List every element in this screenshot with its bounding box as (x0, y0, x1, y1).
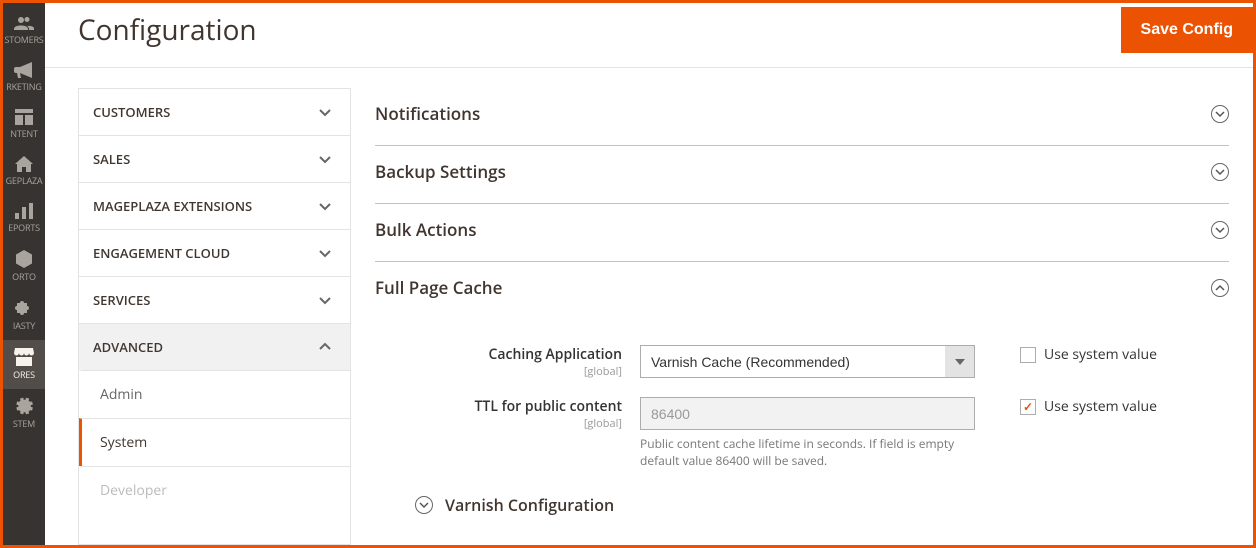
config-group-sales[interactable]: SALES (79, 135, 350, 182)
store-icon (14, 348, 34, 366)
nav-customers[interactable]: STOMERS (3, 7, 45, 54)
nav-system[interactable]: STEM (3, 389, 45, 438)
chevron-down-icon (318, 199, 332, 213)
config-sidebar: CUSTOMERS SALES MAGEPLAZA EXTENSIONS ENG… (78, 88, 351, 545)
config-group-customers[interactable]: CUSTOMERS (79, 88, 350, 135)
varnish-config-subsection[interactable]: Varnish Configuration (375, 488, 1229, 530)
settings-panel: Notifications Backup Settings Bulk Actio… (375, 88, 1253, 545)
label-ttl: TTL for public content (375, 397, 622, 416)
config-sub-admin[interactable]: Admin (79, 370, 350, 418)
section-title: Full Page Cache (375, 276, 502, 299)
nav-stores[interactable]: ORES (3, 340, 45, 389)
gear-icon (15, 397, 33, 415)
nav-content[interactable]: NTENT (3, 101, 45, 148)
page-title: Configuration (78, 11, 257, 49)
layout-icon (15, 109, 33, 125)
section-title: Notifications (375, 102, 480, 125)
section-bulk-actions[interactable]: Bulk Actions (375, 204, 1229, 262)
config-group-advanced[interactable]: ADVANCED (79, 323, 350, 370)
expand-icon (415, 496, 433, 514)
config-sub-developer[interactable]: Developer (79, 466, 350, 514)
config-group-engagement[interactable]: ENGAGEMENT CLOUD (79, 229, 350, 276)
puzzle-icon (15, 299, 33, 317)
chevron-down-icon (318, 293, 332, 307)
nav-marketing[interactable]: RKETING (3, 54, 45, 101)
nav-reports[interactable]: EPORTS (3, 195, 45, 242)
page-header: Configuration Save Config (45, 3, 1253, 68)
bar-chart-icon (15, 203, 33, 219)
expand-icon (1211, 221, 1229, 239)
section-full-page-cache[interactable]: Full Page Cache (375, 262, 1229, 319)
use-system-value-ttl[interactable]: Use system value (1020, 397, 1157, 416)
nav-amasty[interactable]: IASTY (3, 291, 45, 340)
section-title: Bulk Actions (375, 218, 477, 241)
expand-icon (1211, 105, 1229, 123)
section-title: Backup Settings (375, 160, 506, 183)
admin-sidebar: STOMERS RKETING NTENT GEPLAZA EPORTS ORT… (3, 3, 45, 545)
section-notifications[interactable]: Notifications (375, 88, 1229, 146)
chevron-down-icon (318, 105, 332, 119)
checkbox-icon (1020, 347, 1036, 363)
config-group-services[interactable]: SERVICES (79, 276, 350, 323)
chevron-up-icon (318, 340, 332, 354)
nav-porto[interactable]: ORTO (3, 242, 45, 291)
nav-mageplaza[interactable]: GEPLAZA (3, 148, 45, 195)
label-caching-app: Caching Application (375, 345, 622, 364)
config-sub-system[interactable]: System (79, 418, 350, 466)
ttl-input[interactable] (640, 397, 975, 430)
scope-caching-app: [global] (375, 364, 622, 379)
megaphone-icon (14, 62, 34, 78)
collapse-icon (1211, 279, 1229, 297)
home-icon (15, 156, 33, 172)
ttl-note: Public content cache lifetime in seconds… (640, 436, 975, 470)
people-icon (14, 15, 34, 31)
use-system-value-caching[interactable]: Use system value (1020, 345, 1157, 364)
hexagon-icon (15, 250, 33, 268)
row-ttl: TTL for public content [global] Public c… (375, 397, 1229, 470)
row-caching-application: Caching Application [global] Varnish Cac… (375, 345, 1229, 379)
scope-ttl: [global] (375, 416, 622, 431)
section-backup[interactable]: Backup Settings (375, 146, 1229, 204)
config-group-mageplaza[interactable]: MAGEPLAZA EXTENSIONS (79, 182, 350, 229)
expand-icon (1211, 163, 1229, 181)
chevron-down-icon (318, 152, 332, 166)
fpc-body: Caching Application [global] Varnish Cac… (375, 319, 1229, 540)
save-config-button[interactable]: Save Config (1121, 7, 1253, 53)
checkbox-checked-icon (1020, 399, 1036, 415)
chevron-down-icon (318, 246, 332, 260)
caching-application-select[interactable]: Varnish Cache (Recommended) (640, 345, 975, 378)
